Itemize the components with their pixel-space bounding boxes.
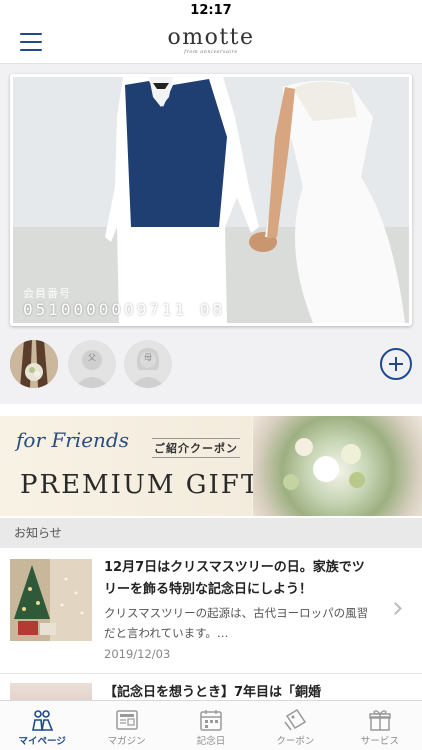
news-icon bbox=[115, 710, 138, 730]
premium-gift-banner[interactable]: for Friends ご紹介クーポン PREMIUM GIFT bbox=[0, 416, 422, 516]
news-description: クリスマスツリーの起源は、古代ヨーロッパの風習だと言われています。… bbox=[104, 606, 369, 640]
member-number-label: 会員番号 bbox=[23, 287, 71, 300]
person-silhouette-icon bbox=[130, 348, 166, 388]
bottom-tab-bar: マイページ マガジン 記念日 クーポン サービス bbox=[0, 700, 422, 750]
tab-mypage[interactable]: マイページ bbox=[0, 701, 84, 750]
bouquet-photo bbox=[253, 416, 422, 516]
app-logo: omotte from anniversaire bbox=[0, 25, 422, 56]
news-date: 2019/12/03 bbox=[104, 647, 171, 661]
member-number: 0510000009711 08 bbox=[23, 300, 226, 319]
couple-photo-icon bbox=[10, 340, 58, 388]
tab-coupon[interactable]: クーポン bbox=[253, 701, 337, 750]
news-title: 12月7日はクリスマスツリーの日。家族でツリーを飾る特別な記念日にしよう！ bbox=[104, 560, 365, 597]
tab-service[interactable]: サービス bbox=[338, 701, 422, 750]
people-icon bbox=[32, 710, 54, 731]
tab-magazine[interactable]: マガジン bbox=[84, 701, 168, 750]
christmas-tree-thumbnail bbox=[10, 559, 92, 641]
family-avatar-row: 父 母 bbox=[10, 336, 412, 392]
status-time: 12:17 bbox=[190, 3, 232, 18]
app-header: omotte from anniversaire bbox=[0, 22, 422, 64]
member-card[interactable]: 会員番号 0510000009711 08 bbox=[10, 74, 412, 326]
tab-mypage-label: マイページ bbox=[18, 736, 66, 747]
news-item[interactable]: 12月7日はクリスマスツリーの日。家族でツリーを飾る特別な記念日にしよう！ クリ… bbox=[0, 548, 422, 674]
logo-subtext: from anniversaire bbox=[184, 49, 238, 55]
avatar-father[interactable]: 父 bbox=[68, 340, 116, 388]
status-bar: 12:17 bbox=[0, 0, 422, 22]
person-silhouette-icon bbox=[74, 350, 110, 388]
banner-coupon-label: ご紹介クーポン bbox=[152, 438, 240, 458]
banner-script-text: for Friends bbox=[16, 428, 129, 452]
add-family-button[interactable] bbox=[380, 348, 412, 380]
gift-icon bbox=[369, 710, 391, 731]
wedding-couple-photo bbox=[13, 77, 409, 323]
logo-text: omotte bbox=[167, 25, 255, 50]
avatar-mother-label: 母 bbox=[144, 353, 152, 362]
card-area: 会員番号 0510000009711 08 父 母 bbox=[0, 64, 422, 404]
chevron-right-icon bbox=[389, 602, 402, 615]
avatar-mother[interactable]: 母 bbox=[124, 340, 172, 388]
tab-coupon-label: クーポン bbox=[276, 736, 315, 747]
banner-title: PREMIUM GIFT bbox=[20, 470, 261, 500]
avatar-couple[interactable] bbox=[10, 340, 58, 388]
coupon-icon bbox=[284, 708, 307, 731]
tab-anniversary[interactable]: 記念日 bbox=[169, 701, 253, 750]
tab-magazine-label: マガジン bbox=[107, 736, 146, 747]
calendar-icon bbox=[200, 710, 222, 731]
avatar-father-label: 父 bbox=[88, 353, 96, 362]
tab-service-label: サービス bbox=[360, 736, 399, 747]
tab-anniversary-label: 記念日 bbox=[196, 736, 226, 747]
news-section-header: お知らせ bbox=[0, 518, 422, 548]
